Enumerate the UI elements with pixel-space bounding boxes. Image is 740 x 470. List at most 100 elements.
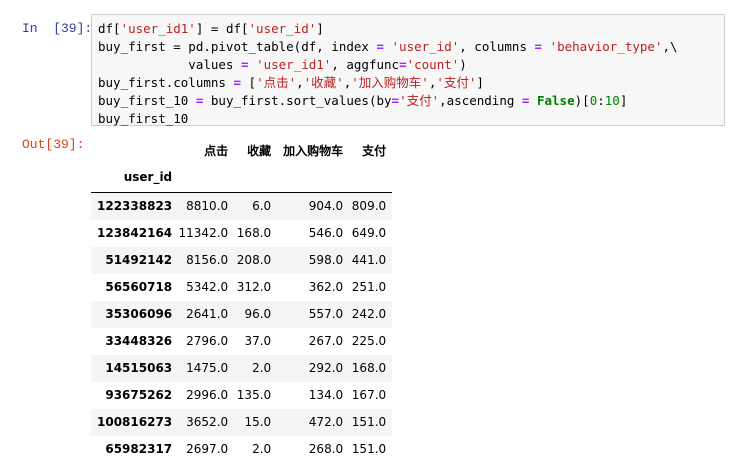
index-name: user_id [91,162,173,193]
column-header-row: 点击 收藏 加入购物车 支付 [91,138,392,162]
code-text: buy_first.sort_values(by [203,93,392,108]
table-cell: 37.0 [244,334,272,348]
column-header: 加入购物车 [283,143,344,158]
code-string: '支付' [436,75,477,90]
table-cell: 441.0 [351,253,387,267]
code-keyword: False [536,93,575,108]
table-cell: 1475.0 [186,361,229,375]
table-row: 65982317 2697.0 2.0 268.0 151.0 [91,436,392,463]
table-cell: 2996.0 [186,388,229,402]
table-row: 14515063 1475.0 2.0 292.0 168.0 [91,354,393,382]
code-text: buy_first.columns [98,75,234,90]
table-cell: 312.0 [236,280,272,294]
code-operator: = [399,57,407,72]
code-number: 10 [604,93,620,108]
table-cell: 904.0 [308,199,344,214]
input-prompt: In [39]: [22,21,93,36]
code-text: )[ [574,93,590,108]
code-text: , columns [459,39,535,54]
code-operator: = [233,75,241,90]
row-index: 100816273 [97,415,173,429]
code-text: [ [241,75,257,90]
table-cell: 557.0 [308,307,344,321]
table-row: 33448326 2796.0 37.0 267.0 225.0 [91,328,392,355]
table-cell: 134.0 [308,388,344,402]
table-cell: 8810.0 [186,199,229,214]
table-cell: 11342.0 [178,226,229,240]
code-text: ] [316,21,324,36]
row-index: 35306096 [105,307,173,321]
table-cell: 649.0 [351,226,387,240]
table-cell: 2.0 [252,442,272,456]
code-string: '点击' [256,75,297,90]
table-cell: 242.0 [351,307,387,321]
code-string: '收藏' [303,75,344,90]
table-cell: 2.0 [252,361,272,375]
output-prompt: Out[39]: [22,137,85,152]
code-editor[interactable]: df['user_id1'] = df['user_id'] buy_first… [91,14,725,126]
column-header: 收藏 [247,143,272,158]
table-cell: 251.0 [351,280,387,294]
table-cell: 151.0 [351,415,387,429]
row-index: 51492142 [105,253,173,267]
dataframe-table: 点击 收藏 加入购物车 支付 user_id 122338823 8810.0 … [91,138,393,463]
code-line-1: df['user_id1'] = df['user_id'] [98,20,718,38]
empty-header-cell [343,162,393,193]
code-line-5: buy_first_10 = buy_first.sort_values(by=… [98,92,718,110]
code-text: , [296,75,304,90]
row-index: 33448326 [105,334,173,348]
table-cell: 15.0 [244,415,272,429]
table-row: 35306096 2641.0 96.0 557.0 242.0 [91,300,393,328]
row-index: 93675262 [105,388,173,402]
empty-header-cell [172,162,229,193]
code-string: 'user_id' [248,21,317,36]
table-cell: 5342.0 [186,280,229,294]
column-header: 点击 [204,143,229,158]
table-cell: 598.0 [308,253,344,267]
table-row: 122338823 8810.0 6.0 904.0 809.0 [91,192,393,220]
index-name-row: user_id [91,162,393,193]
code-string: 'user_id' [391,39,460,54]
table-row: 123842164 11342.0 168.0 546.0 649.0 [91,220,392,247]
code-string: '加入购物车' [351,75,429,90]
table-cell: 472.0 [308,415,344,429]
table-row: 56560718 5342.0 312.0 362.0 251.0 [91,274,392,301]
code-operator: = [241,57,249,72]
code-string: '支付' [399,93,440,108]
table-cell: 267.0 [308,334,344,348]
table-cell: 151.0 [351,442,387,456]
table-cell: 167.0 [351,388,387,402]
code-string: 'user_id1' [256,57,332,72]
row-index: 65982317 [105,442,173,456]
row-index: 56560718 [105,280,173,294]
table-cell: 225.0 [351,334,387,348]
code-text: values [98,57,241,72]
column-header: 支付 [362,143,387,158]
code-text: ] = df[ [195,21,249,36]
code-text: ) [459,57,467,72]
code-text: ,ascending [439,93,522,108]
table-cell: 135.0 [236,388,272,402]
table-cell: 96.0 [244,307,272,321]
table-cell: 208.0 [236,253,272,267]
code-line-4: buy_first.columns = ['点击','收藏','加入购物车','… [98,74,718,92]
table-row: 93675262 2996.0 135.0 134.0 167.0 [91,382,392,409]
code-text: df[ [98,21,121,36]
code-text: , aggfunc [331,57,400,72]
table-cell: 2697.0 [186,442,229,456]
table-cell: 2796.0 [186,334,229,348]
empty-header-cell [271,162,344,193]
code-text: : [597,93,605,108]
row-index: 122338823 [97,199,173,214]
table-cell: 8156.0 [186,253,229,267]
code-line-3: values = 'user_id1', aggfunc='count') [98,56,718,74]
code-string: 'count' [406,57,460,72]
table-cell: 168.0 [351,361,387,375]
code-operator: = [376,39,384,54]
code-line-2: buy_first = pd.pivot_table(df, index = '… [98,38,718,56]
table-cell: 809.0 [351,199,387,214]
code-text: buy_first_10 [98,111,189,126]
table-cell: 268.0 [308,442,344,456]
